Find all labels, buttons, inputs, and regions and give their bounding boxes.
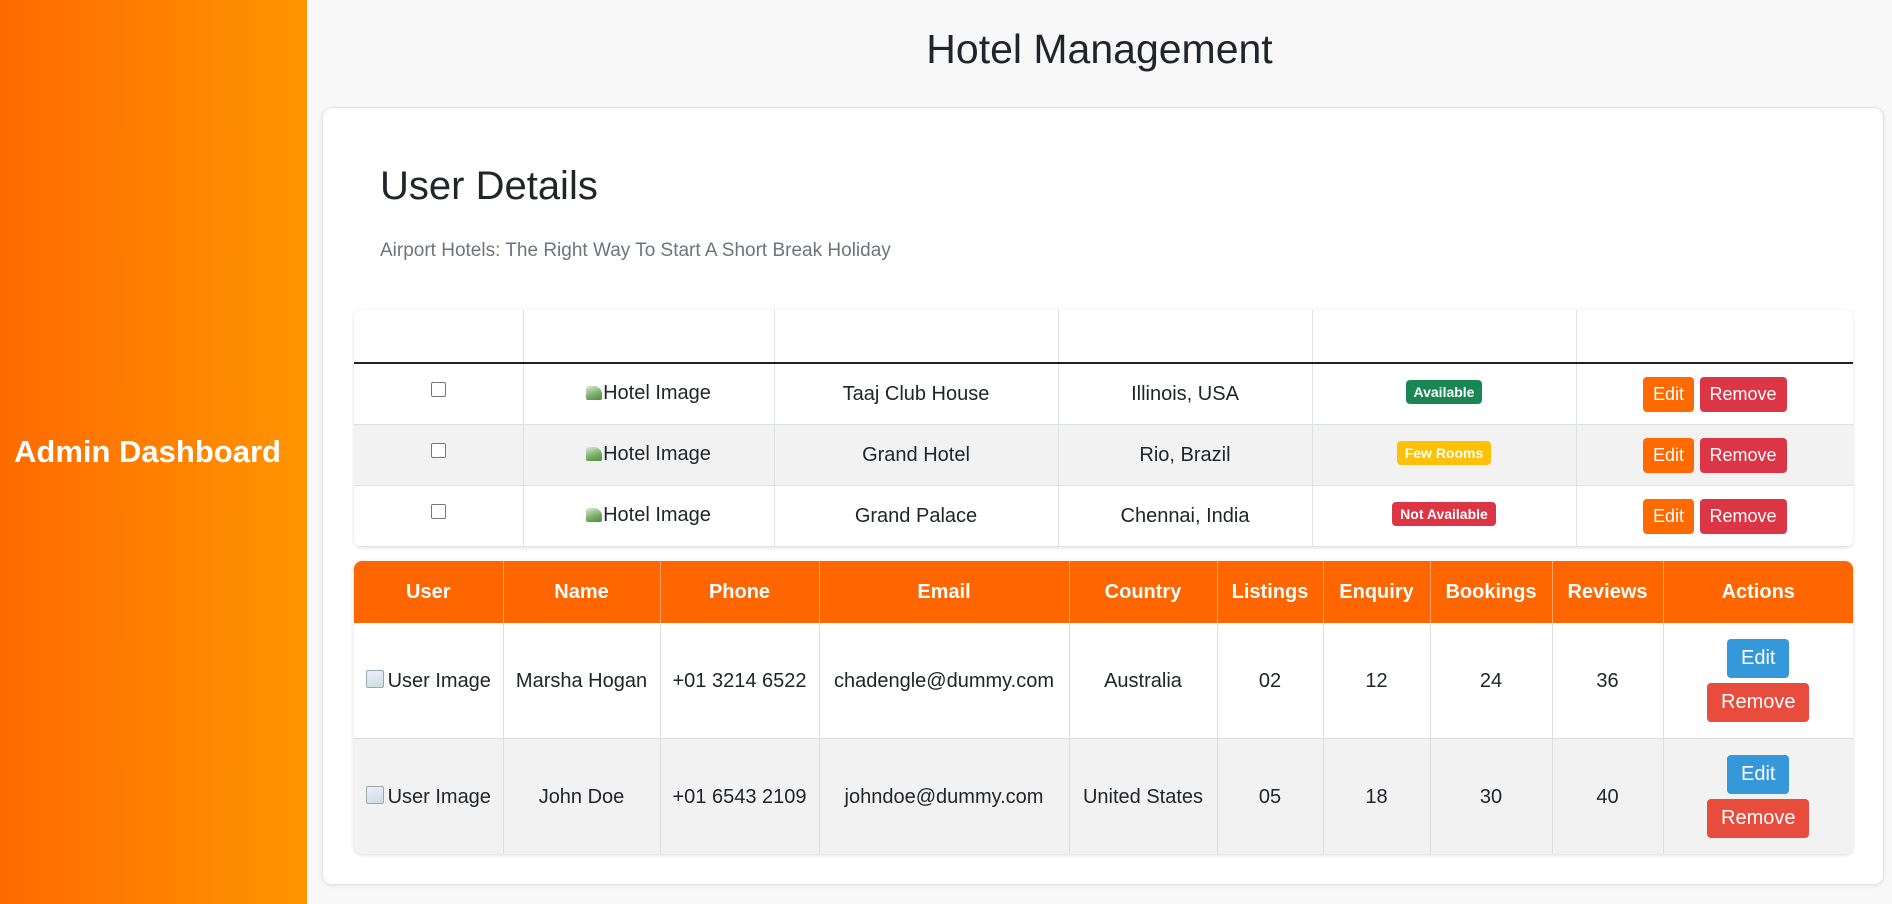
- hotel-image-alt: Hotel Image: [603, 381, 711, 404]
- hotels-header-cell: [774, 310, 1059, 364]
- column-header-bookings: Bookings: [1430, 561, 1553, 623]
- users-table-header: User Name Phone Email Country Listings E…: [354, 561, 1853, 623]
- user-enquiry: 12: [1323, 623, 1431, 739]
- user-email: johndoe@dummy.com: [819, 738, 1070, 854]
- edit-button[interactable]: Edit: [1642, 498, 1694, 534]
- edit-button[interactable]: Edit: [1727, 755, 1790, 794]
- main-content: Hotel Management User Details Airport Ho…: [307, 0, 1892, 904]
- user-bookings: 24: [1430, 623, 1553, 739]
- hotel-name: Grand Palace: [774, 485, 1059, 547]
- remove-button[interactable]: Remove: [1699, 437, 1787, 473]
- app-layout: Admin Dashboard Hotel Management User De…: [0, 0, 1892, 904]
- column-header-actions: Actions: [1663, 561, 1853, 623]
- hotels-table-header: [354, 310, 1853, 364]
- hotels-header-cell: [523, 310, 775, 364]
- hotel-image: Hotel Image: [586, 382, 711, 405]
- hotel-location: Rio, Brazil: [1058, 424, 1313, 486]
- hotel-image-alt: Hotel Image: [603, 503, 711, 526]
- table-row: User Image John Doe +01 6543 2109 johndo…: [354, 738, 1853, 854]
- user-country: Australia: [1069, 623, 1218, 739]
- user-name: Marsha Hogan: [503, 623, 661, 739]
- table-row: Hotel Image Grand Hotel Rio, Brazil Few …: [354, 424, 1853, 486]
- user-listings: 02: [1217, 623, 1324, 739]
- user-image-alt: User Image: [387, 785, 491, 808]
- page-title: Hotel Management: [926, 26, 1273, 72]
- row-checkbox[interactable]: [430, 381, 446, 397]
- user-actions: Edit Remove: [1672, 755, 1846, 838]
- users-table: User Name Phone Email Country Listings E…: [354, 561, 1853, 854]
- user-reviews: 36: [1552, 623, 1664, 739]
- hotel-name: Grand Hotel: [774, 424, 1059, 486]
- hotel-location: Chennai, India: [1058, 485, 1313, 547]
- sidebar-title: Admin Dashboard: [14, 434, 281, 469]
- user-listings: 05: [1217, 738, 1324, 854]
- card-subtitle: Airport Hotels: The Right Way To Start A…: [380, 240, 891, 261]
- remove-button[interactable]: Remove: [1707, 799, 1810, 838]
- edit-button[interactable]: Edit: [1642, 376, 1694, 412]
- hotel-location: Illinois, USA: [1058, 363, 1313, 425]
- user-phone: +01 6543 2109: [660, 738, 820, 854]
- user-email: chadengle@dummy.com: [819, 623, 1070, 739]
- hotels-header-cell: [1058, 310, 1313, 364]
- user-enquiry: 18: [1323, 738, 1431, 854]
- row-checkbox[interactable]: [430, 503, 446, 519]
- hotel-name: Taaj Club House: [774, 363, 1059, 425]
- edit-button[interactable]: Edit: [1727, 639, 1790, 678]
- table-row: Hotel Image Grand Palace Chennai, India …: [354, 485, 1853, 547]
- remove-button[interactable]: Remove: [1699, 498, 1787, 534]
- hotels-table-container: Hotel Image Taaj Club House Illinois, US…: [354, 310, 1853, 547]
- hotels-header-cell: [354, 310, 524, 364]
- broken-image-icon: [365, 669, 384, 688]
- status-badge: Not Available: [1392, 502, 1496, 526]
- user-phone: +01 3214 6522: [660, 623, 820, 739]
- hotel-image-alt: Hotel Image: [603, 442, 711, 465]
- column-header-user: User: [354, 561, 504, 623]
- users-table-container: User Name Phone Email Country Listings E…: [354, 561, 1853, 854]
- column-header-country: Country: [1069, 561, 1218, 623]
- user-country: United States: [1069, 738, 1218, 854]
- column-header-name: Name: [503, 561, 661, 623]
- user-name: John Doe: [503, 738, 661, 854]
- broken-image-icon: [586, 386, 603, 401]
- edit-button[interactable]: Edit: [1642, 437, 1694, 473]
- table-row: Hotel Image Taaj Club House Illinois, US…: [354, 363, 1853, 425]
- row-checkbox[interactable]: [430, 442, 446, 458]
- hotel-image: Hotel Image: [586, 504, 711, 527]
- hotel-image: Hotel Image: [586, 443, 711, 466]
- user-image: User Image: [365, 666, 491, 696]
- broken-image-icon: [365, 785, 384, 804]
- user-actions: Edit Remove: [1672, 639, 1846, 722]
- user-image: User Image: [365, 782, 491, 812]
- card-heading: User Details: [380, 164, 598, 208]
- hotels-header-cell: [1576, 310, 1853, 364]
- user-reviews: 40: [1552, 738, 1664, 854]
- user-details-card: User Details Airport Hotels: The Right W…: [322, 107, 1884, 885]
- sidebar: Admin Dashboard: [0, 0, 307, 904]
- user-image-alt: User Image: [387, 669, 491, 692]
- column-header-email: Email: [819, 561, 1070, 623]
- broken-image-icon: [586, 447, 603, 462]
- broken-image-icon: [586, 508, 603, 523]
- remove-button[interactable]: Remove: [1699, 376, 1787, 412]
- table-row: User Image Marsha Hogan +01 3214 6522 ch…: [354, 623, 1853, 739]
- hotels-header-cell: [1312, 310, 1577, 364]
- status-badge: Few Rooms: [1396, 441, 1492, 465]
- column-header-phone: Phone: [660, 561, 820, 623]
- status-badge: Available: [1405, 380, 1483, 404]
- hotels-table: Hotel Image Taaj Club House Illinois, US…: [354, 310, 1853, 547]
- user-bookings: 30: [1430, 738, 1553, 854]
- column-header-listings: Listings: [1217, 561, 1324, 623]
- column-header-reviews: Reviews: [1552, 561, 1664, 623]
- column-header-enquiry: Enquiry: [1323, 561, 1431, 623]
- remove-button[interactable]: Remove: [1707, 683, 1810, 722]
